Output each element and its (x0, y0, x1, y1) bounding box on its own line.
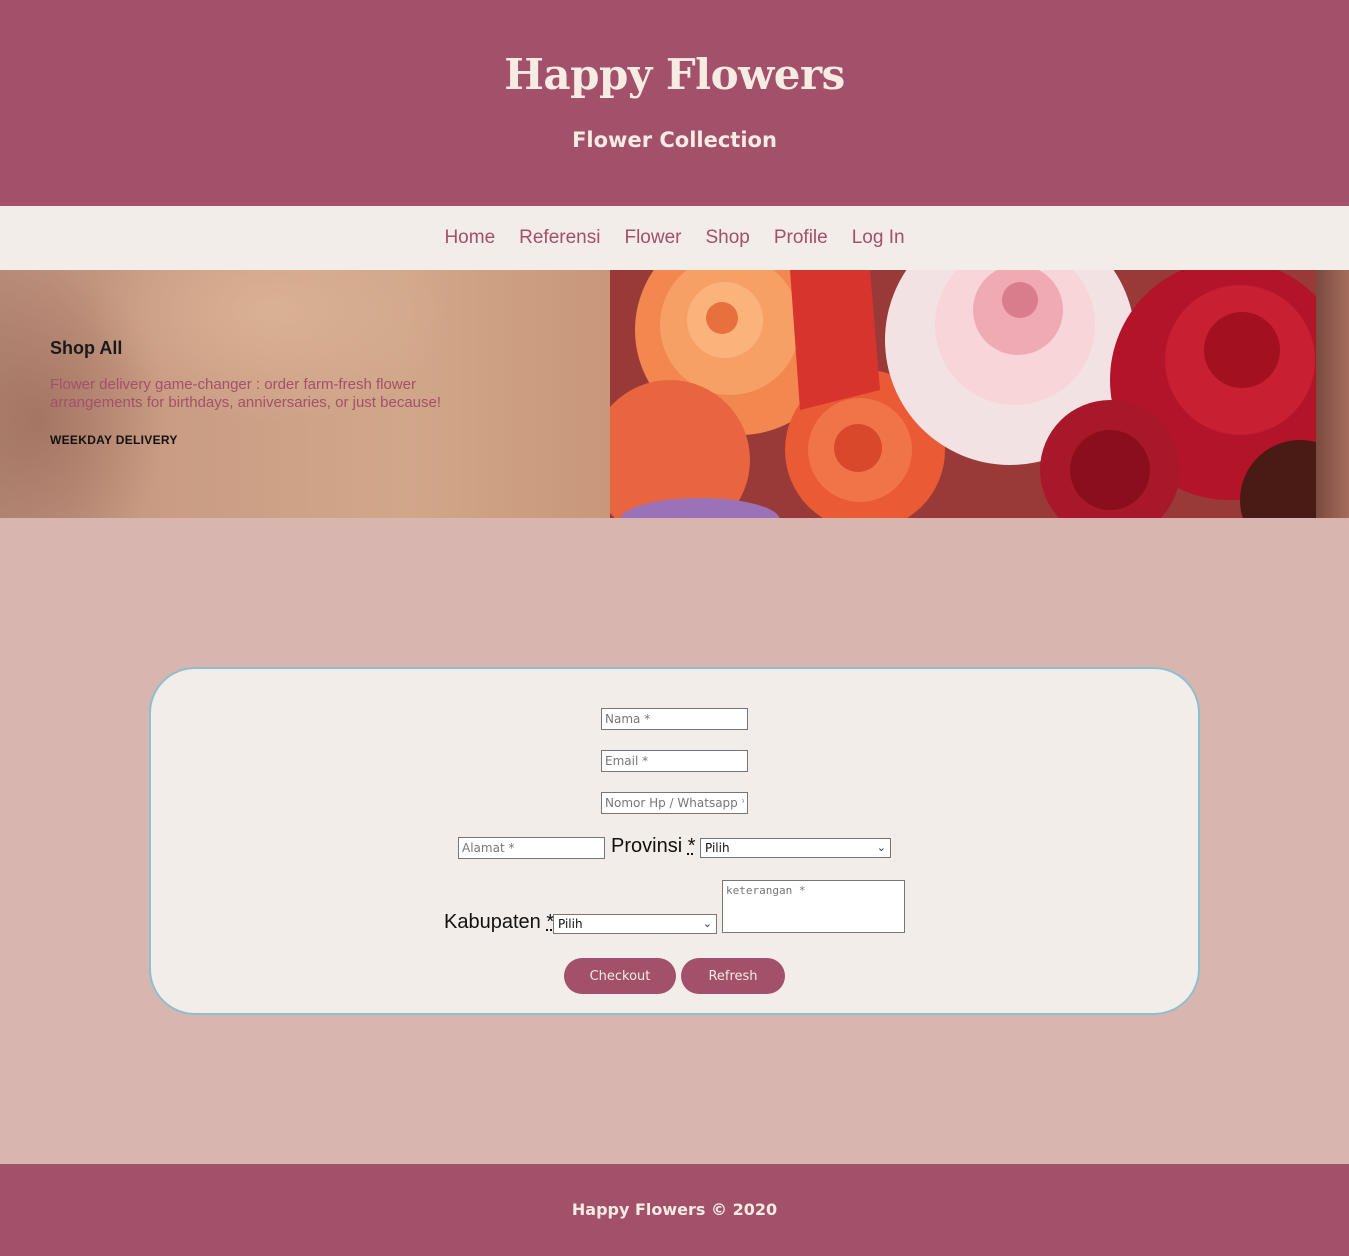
kabupaten-select[interactable]: Pilih ⌄ (553, 914, 717, 934)
email-input[interactable] (601, 750, 748, 772)
alamat-input[interactable] (458, 837, 605, 859)
nav-home[interactable]: Home (444, 227, 495, 249)
kabupaten-label-text: Kabupaten (444, 911, 541, 933)
roses-image (610, 270, 1316, 518)
checkout-button[interactable]: Checkout (564, 958, 676, 994)
hero-description: Flower delivery game-changer : order far… (50, 376, 442, 411)
nav-profile[interactable]: Profile (774, 227, 828, 249)
provinsi-label-text: Provinsi (611, 835, 683, 857)
main-nav: Home Referensi Flower Shop Profile Log I… (0, 206, 1349, 270)
provinsi-label: Provinsi * (611, 835, 696, 858)
nav-flower[interactable]: Flower (624, 227, 681, 249)
keterangan-textarea[interactable] (722, 880, 905, 933)
nav-shop[interactable]: Shop (705, 227, 749, 249)
site-subtitle: Flower Collection (572, 128, 777, 152)
provinsi-select[interactable]: Pilih ⌄ (700, 838, 891, 858)
provinsi-required-mark: * (687, 835, 696, 857)
site-footer: Happy Flowers © 2020 (0, 1164, 1349, 1256)
chevron-down-icon: ⌄ (702, 917, 712, 930)
hero-edge (1316, 270, 1349, 518)
kabupaten-label: Kabupaten * (444, 911, 554, 934)
provinsi-selected-value: Pilih (705, 841, 730, 855)
footer-copyright: Happy Flowers © 2020 (571, 1200, 778, 1219)
phone-input[interactable] (601, 792, 748, 814)
nav-login[interactable]: Log In (852, 227, 905, 249)
nav-referensi[interactable]: Referensi (519, 227, 600, 249)
hero-title: Shop All (50, 338, 123, 358)
site-title: Happy Flowers (504, 50, 845, 99)
refresh-button[interactable]: Refresh (681, 958, 785, 994)
checkout-form-card: Provinsi * Pilih ⌄ Kabupaten * Pilih ⌄ C… (149, 667, 1200, 1015)
kabupaten-selected-value: Pilih (558, 917, 583, 931)
nama-input[interactable] (601, 708, 748, 730)
chevron-down-icon: ⌄ (876, 841, 886, 854)
hero-banner: Shop All Flower delivery game-changer : … (0, 270, 1349, 518)
site-header: Happy Flowers Flower Collection (0, 0, 1349, 206)
hero-cta[interactable]: WEEKDAY DELIVERY (50, 433, 178, 447)
